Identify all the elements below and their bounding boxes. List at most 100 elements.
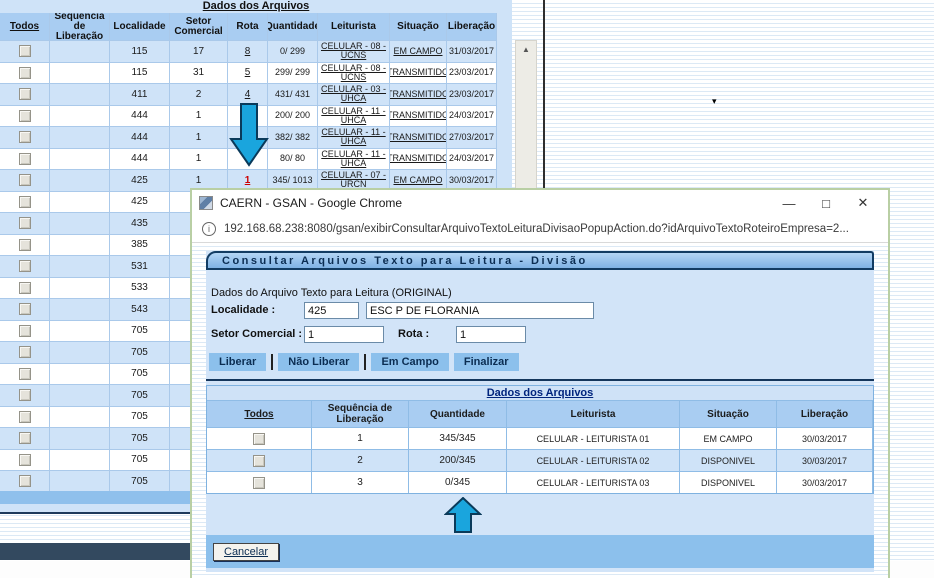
cell-leiturista-link[interactable]: CELULAR - 03 - UHCA [318, 84, 390, 105]
cell-leiturista: CELULAR - LEITURISTA 01 [507, 427, 680, 449]
cell-sequencia [50, 450, 110, 471]
localidade-name-input[interactable] [366, 302, 594, 319]
row-checkbox[interactable] [19, 346, 31, 358]
cell-setor: 17 [170, 41, 228, 62]
cell-quantidade: 299/ 299 [268, 63, 318, 84]
row-checkbox[interactable] [19, 260, 31, 272]
cell-sequencia [50, 84, 110, 105]
cell-situacao-link[interactable]: TRANSMITIDO [390, 127, 447, 148]
minimize-button[interactable]: — [774, 196, 804, 211]
cell-situacao-link[interactable]: TRANSMITIDO [390, 84, 447, 105]
maximize-button[interactable]: □ [811, 196, 841, 211]
cell-setor: 1 [170, 106, 228, 127]
close-button[interactable]: ✕ [848, 195, 878, 211]
cell-rota-link[interactable]: 4 [228, 84, 268, 105]
row-checkbox[interactable] [19, 432, 31, 444]
cell-sequencia [50, 192, 110, 213]
cursor-mark-icon: ▾ [712, 96, 717, 107]
row-checkbox[interactable] [253, 455, 265, 467]
setor-comercial-input[interactable] [304, 326, 384, 343]
row-checkbox[interactable] [19, 45, 31, 57]
row-checkbox[interactable] [253, 433, 265, 445]
cell-localidade: 444 [110, 106, 170, 127]
cell-sequencia [50, 63, 110, 84]
cell-todos [0, 342, 50, 363]
popup-col-todos[interactable]: Todos [207, 400, 312, 427]
cell-liberacao: 30/03/2017 [777, 449, 873, 471]
row-checkbox[interactable] [19, 368, 31, 380]
cell-localidade: 705 [110, 450, 170, 471]
row-checkbox[interactable] [19, 325, 31, 337]
popup-titlebar[interactable]: CAERN - GSAN - Google Chrome — □ ✕ [192, 190, 888, 216]
cell-sequencia [50, 106, 110, 127]
row-checkbox[interactable] [19, 217, 31, 229]
section-label: Dados do Arquivo Texto para Leitura (ORI… [211, 287, 452, 299]
cell-sequencia [50, 149, 110, 170]
cell-leiturista-link[interactable]: CELULAR - 08 - UCNS [318, 63, 390, 84]
cell-quantidade: 382/ 382 [268, 127, 318, 148]
cell-todos [0, 278, 50, 299]
action-button-em-campo[interactable]: Em Campo [371, 353, 448, 371]
row-checkbox[interactable] [19, 454, 31, 466]
row-checkbox[interactable] [19, 174, 31, 186]
cell-sequencia [50, 170, 110, 191]
cell-quantidade: 0/ 299 [268, 41, 318, 62]
cell-situacao-link[interactable]: EM CAMPO [390, 41, 447, 62]
row-checkbox[interactable] [19, 196, 31, 208]
action-button-liberar[interactable]: Liberar [209, 353, 266, 371]
row-checkbox[interactable] [19, 67, 31, 79]
popup-urlbar[interactable]: i 192.168.68.238:8080/gsan/exibirConsult… [192, 216, 888, 243]
row-checkbox[interactable] [19, 88, 31, 100]
cell-todos [0, 321, 50, 342]
action-button-finalizar[interactable]: Finalizar [454, 353, 519, 371]
cell-situacao-link[interactable]: TRANSMITIDO [390, 149, 447, 170]
cell-setor: 1 [170, 127, 228, 148]
row-checkbox[interactable] [19, 282, 31, 294]
row-checkbox[interactable] [19, 153, 31, 165]
cell-leiturista-link[interactable]: CELULAR - 11 - UHCA [318, 127, 390, 148]
row-checkbox[interactable] [253, 477, 265, 489]
cell-todos [207, 471, 312, 493]
cell-leiturista-link[interactable]: CELULAR - 11 - UHCA [318, 149, 390, 170]
cell-rota-link[interactable]: 5 [228, 63, 268, 84]
col-situacao: Situação [390, 13, 447, 40]
button-separator [271, 354, 273, 370]
page-divider-line [543, 0, 545, 189]
cell-leiturista-link[interactable]: CELULAR - 08 - UCNS [318, 41, 390, 62]
col-todos[interactable]: Todos [0, 13, 50, 40]
cell-situacao-link[interactable]: TRANSMITIDO [390, 63, 447, 84]
row-checkbox[interactable] [19, 303, 31, 315]
divider-rule [206, 379, 874, 381]
rota-input[interactable] [456, 326, 526, 343]
cell-liberacao: 23/03/2017 [447, 63, 497, 84]
cell-sequencia [50, 41, 110, 62]
cell-localidade: 115 [110, 41, 170, 62]
popup-file-table: Dados dos Arquivos Todos Sequência de Li… [206, 385, 874, 494]
cell-localidade: 533 [110, 278, 170, 299]
popup-table-row: 1345/345CELULAR - LEITURISTA 01EM CAMPO3… [207, 427, 873, 449]
localidade-code-input[interactable] [304, 302, 359, 319]
cell-localidade: 705 [110, 385, 170, 406]
action-button-não-liberar[interactable]: Não Liberar [278, 353, 359, 371]
popup-url[interactable]: 192.168.68.238:8080/gsan/exibirConsultar… [224, 223, 849, 235]
cell-rota-link[interactable]: 8 [228, 41, 268, 62]
cell-todos [0, 256, 50, 277]
row-checkbox[interactable] [19, 110, 31, 122]
info-icon[interactable]: i [202, 222, 216, 236]
cell-sequencia [50, 278, 110, 299]
cell-leiturista-link[interactable]: CELULAR - 11 - UHCA [318, 106, 390, 127]
cell-localidade: 705 [110, 428, 170, 449]
row-checkbox[interactable] [19, 239, 31, 251]
row-checkbox[interactable] [19, 131, 31, 143]
cell-situacao-link[interactable]: TRANSMITIDO [390, 106, 447, 127]
cancel-button[interactable]: Cancelar [213, 543, 279, 561]
cell-localidade: 444 [110, 127, 170, 148]
row-checkbox[interactable] [19, 411, 31, 423]
cell-localidade: 425 [110, 192, 170, 213]
cell-sequencia [50, 364, 110, 385]
row-checkbox[interactable] [19, 389, 31, 401]
cell-leiturista: CELULAR - LEITURISTA 03 [507, 471, 680, 493]
popup-col-situacao: Situação [680, 400, 777, 427]
row-checkbox[interactable] [19, 475, 31, 487]
scrollbar-up-icon[interactable]: ▲ [516, 41, 536, 54]
